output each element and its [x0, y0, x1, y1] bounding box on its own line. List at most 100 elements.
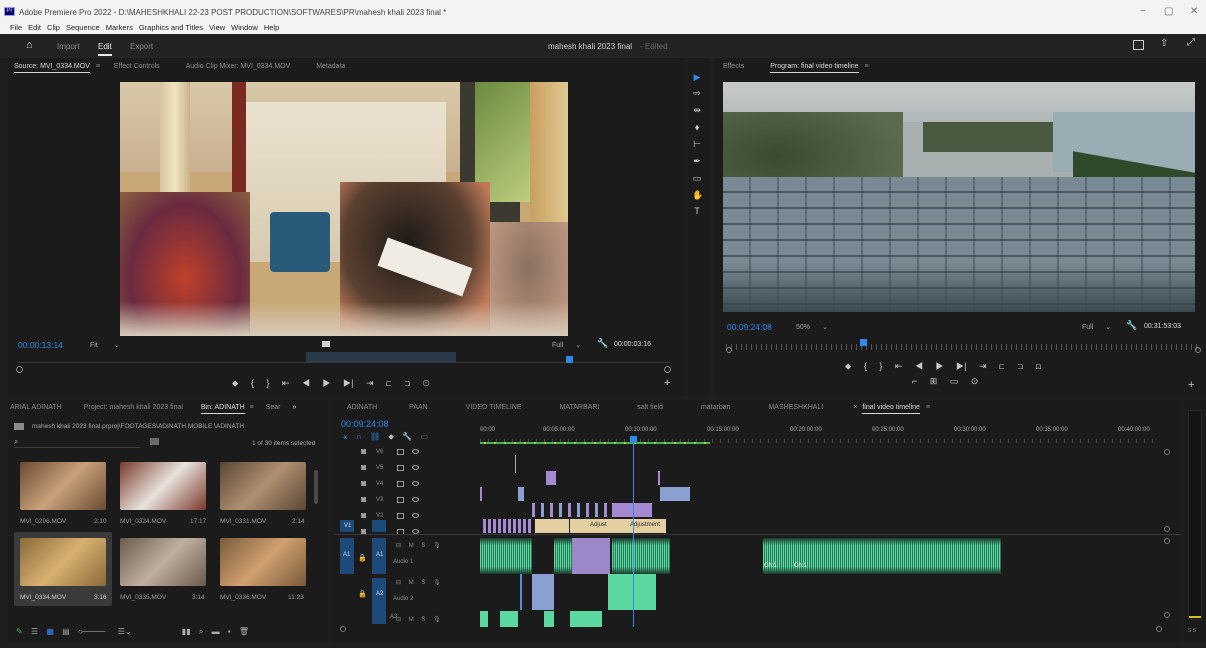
a3-mute-button[interactable]: M — [409, 617, 414, 623]
video-clip[interactable] — [488, 519, 491, 533]
video-clip[interactable] — [528, 519, 531, 533]
video-clip[interactable] — [503, 519, 506, 533]
program-scroll-start[interactable] — [726, 347, 732, 353]
program-playhead[interactable] — [860, 339, 867, 346]
sort-icon[interactable]: ☰⌄ — [118, 627, 132, 636]
pen-tool-icon[interactable]: ✒ — [692, 156, 702, 168]
clip-thumbnail[interactable] — [120, 462, 206, 510]
clip-thumbnail[interactable] — [220, 462, 306, 510]
timeline-wrench-icon[interactable]: 🔧 — [402, 432, 412, 441]
a2-solo-button[interactable]: S — [421, 580, 425, 586]
program-scroll-end[interactable] — [1195, 347, 1201, 353]
track-eye-icon[interactable] — [412, 449, 419, 454]
tab-source[interactable]: Source: MVI_0334.MOV — [14, 63, 90, 73]
program-go-to-out-button[interactable]: ⇥ — [979, 361, 987, 371]
list-view-icon[interactable]: ☰ — [31, 627, 38, 636]
bin-scrollbar[interactable] — [314, 470, 318, 504]
source-video-frame[interactable] — [120, 82, 568, 336]
solo-meter-buttons[interactable]: S S — [1188, 628, 1196, 634]
video-clip[interactable] — [508, 519, 511, 533]
track-target-a2[interactable] — [372, 578, 386, 624]
razor-tool-icon[interactable]: ⬧ — [692, 122, 702, 134]
video-clip[interactable] — [660, 487, 690, 501]
audio-clip[interactable] — [544, 611, 554, 627]
hand-tool-icon[interactable]: ✋ — [692, 190, 703, 202]
source-quality-select[interactable]: Full ⌄ — [552, 341, 581, 349]
track-sync-icon[interactable] — [397, 465, 404, 471]
program-export-frame-button[interactable]: ⊙ — [971, 376, 979, 386]
track-eye-icon[interactable] — [412, 497, 419, 502]
freeform-view-icon[interactable]: ▤ — [62, 627, 70, 636]
track-select-tool-icon[interactable]: ⇨ — [692, 88, 702, 100]
source-zoom-select[interactable]: Fit ⌄ — [90, 341, 120, 349]
nest-icon[interactable]: ⚹ — [343, 432, 348, 441]
track-target-v1[interactable] — [372, 520, 386, 532]
program-step-forward-button[interactable]: ▶| — [956, 361, 966, 371]
tab-metadata[interactable]: Metadata — [316, 63, 345, 70]
program-mark-out-button[interactable]: } — [879, 361, 882, 371]
timeline-ruler[interactable]: 00:00 00:05:00:00 00:10:00:00 00:15:00:0… — [480, 427, 1160, 445]
rectangle-tool-icon[interactable]: ▭ — [692, 173, 702, 185]
program-play-button[interactable]: ▶ — [936, 361, 944, 371]
a1-sync-lock-icon[interactable]: ⊟ — [396, 543, 401, 549]
track-sync-icon[interactable] — [397, 513, 404, 519]
pencil-icon[interactable]: ✎ — [16, 627, 23, 636]
video-clip[interactable] — [518, 487, 524, 501]
audio-clip[interactable] — [570, 611, 602, 627]
clip-thumbnail[interactable] — [20, 462, 106, 510]
a1-mute-button[interactable]: M — [409, 543, 414, 549]
video-clip[interactable] — [568, 503, 571, 517]
video-clip[interactable] — [480, 487, 482, 501]
tab-program[interactable]: Program: final video timeline — [770, 63, 859, 73]
step-back-button[interactable]: ◀ — [302, 378, 310, 388]
menu-graphics[interactable]: Graphics and Titles — [139, 23, 203, 32]
timeline-clips-area[interactable]: Adjust Adjustment Ch:1 Ch:1 — [480, 445, 1170, 630]
menu-edit[interactable]: Edit — [28, 23, 41, 32]
mark-in-button[interactable]: { — [251, 378, 254, 388]
adjustment-clip[interactable] — [535, 519, 553, 533]
a2-lock-icon[interactable]: 🔒 — [358, 590, 367, 598]
bin-search-input[interactable]: ⌕ — [14, 437, 140, 448]
audio-clip[interactable] — [612, 538, 670, 574]
video-clip[interactable] — [612, 503, 652, 517]
program-add-marker-button[interactable]: ⬥ — [845, 361, 851, 371]
timeline-timecode[interactable]: 00:09:24:08 — [341, 419, 389, 429]
track-eye-icon[interactable] — [412, 481, 419, 486]
video-clip[interactable] — [541, 503, 544, 517]
source-playhead[interactable] — [566, 356, 573, 363]
timeline-zoom-start[interactable] — [340, 626, 346, 632]
tab-project[interactable]: Project: mahesh khali 2023 final — [84, 404, 183, 411]
video-clip[interactable] — [577, 503, 580, 517]
tab-seq-video-timeline[interactable]: VIDEO TIMELINE — [466, 404, 522, 411]
ripple-edit-tool-icon[interactable]: ⇹ — [692, 105, 702, 117]
play-button[interactable]: ▶ — [323, 378, 331, 388]
video-clip[interactable] — [532, 503, 535, 517]
track-sync-icon[interactable] — [397, 449, 404, 455]
type-tool-icon[interactable]: T — [692, 206, 702, 218]
track-lock-icon[interactable] — [361, 465, 366, 470]
automate-icon[interactable]: ▮▮ — [182, 627, 191, 636]
add-marker-button[interactable]: ⬥ — [232, 378, 238, 388]
linked-selection-icon[interactable]: ⛓ — [370, 432, 380, 441]
track-eye-icon[interactable] — [412, 513, 419, 518]
export-frame-button[interactable]: ⊙ — [423, 378, 430, 388]
trim-button[interactable]: ⌐ — [912, 376, 917, 386]
menu-view[interactable]: View — [209, 23, 225, 32]
program-step-back-button[interactable]: ◀ — [915, 361, 923, 371]
audio-scroll-top[interactable] — [1164, 538, 1170, 544]
audio-clip[interactable] — [480, 611, 488, 627]
program-mark-in-button[interactable]: { — [864, 361, 867, 371]
tab-bin-adinath[interactable]: Bin: ADINATH — [200, 404, 245, 414]
audio-clip[interactable] — [572, 538, 610, 574]
step-forward-button[interactable]: ▶| — [343, 378, 353, 388]
track-lock-icon[interactable] — [361, 481, 366, 486]
new-item-icon[interactable]: ▪ — [228, 627, 231, 636]
video-scroll-top[interactable] — [1164, 449, 1170, 455]
track-lock-icon[interactable] — [361, 449, 366, 454]
video-clip[interactable] — [515, 455, 516, 473]
go-to-out-button[interactable]: ⇥ — [366, 378, 374, 388]
timeline-playhead-line[interactable] — [633, 437, 634, 627]
maximize-button[interactable]: ▢ — [1164, 6, 1173, 17]
video-clip[interactable] — [498, 519, 501, 533]
source-playhead-timecode[interactable]: 00:00:13:14 — [18, 340, 63, 350]
